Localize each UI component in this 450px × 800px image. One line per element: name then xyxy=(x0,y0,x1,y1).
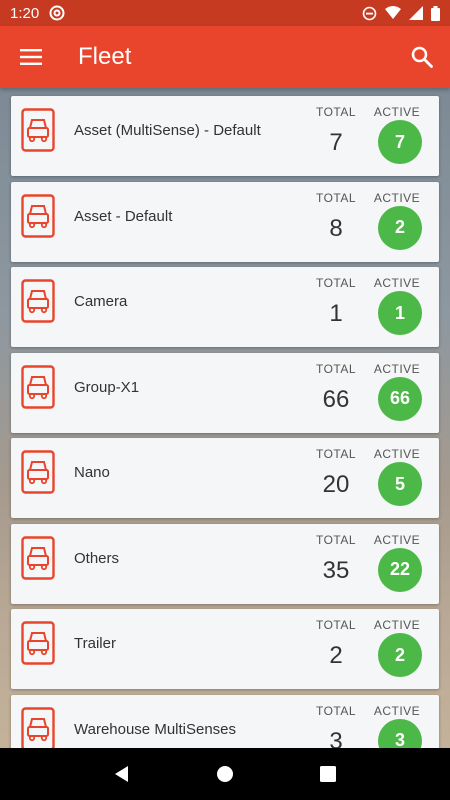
total-count: 66 xyxy=(322,385,350,413)
truck-icon xyxy=(21,706,55,748)
back-icon[interactable] xyxy=(102,754,142,794)
group-name: Others xyxy=(74,549,120,567)
fleet-group-card[interactable]: Camera TOTAL ACTIVE 1 1 xyxy=(11,267,439,347)
truck-icon xyxy=(21,535,55,580)
active-label: ACTIVE xyxy=(373,447,421,461)
total-label: TOTAL xyxy=(315,190,357,205)
active-count-badge: 66 xyxy=(378,376,422,421)
total-label: TOTAL xyxy=(315,618,357,632)
fleet-group-card[interactable]: Warehouse MultiSenses TOTAL ACTIVE 3 3 xyxy=(11,694,439,749)
total-count: 20 xyxy=(322,471,350,498)
active-label: ACTIVE xyxy=(373,105,421,119)
active-count-badge: 3 xyxy=(378,718,422,748)
active-count-badge: 2 xyxy=(378,205,422,250)
status-time: 1:20 xyxy=(10,4,40,22)
truck-icon xyxy=(21,450,55,494)
fleet-group-card[interactable]: Nano TOTAL ACTIVE 20 5 xyxy=(11,438,439,518)
total-label: TOTAL xyxy=(315,361,357,376)
fleet-group-card[interactable]: Asset (MultiSense) - Default TOTAL ACTIVE 7… xyxy=(11,96,439,176)
at-sign-icon xyxy=(49,5,65,21)
active-count-badge: 7 xyxy=(378,120,422,164)
total-label: TOTAL xyxy=(315,447,357,461)
fleet-group-list[interactable]: Asset (MultiSense) - Default TOTAL ACTIVE 7… xyxy=(0,88,450,748)
group-name: Asset - Default xyxy=(74,207,173,225)
total-label: TOTAL xyxy=(315,276,357,290)
truck-icon xyxy=(21,279,55,323)
total-label: TOTAL xyxy=(315,105,357,119)
active-label: ACTIVE xyxy=(373,361,421,376)
search-icon[interactable] xyxy=(394,26,450,88)
home-icon[interactable] xyxy=(205,754,245,794)
active-count-badge: 5 xyxy=(378,462,422,506)
group-name: Trailer xyxy=(74,635,116,652)
fleet-group-card[interactable]: Asset - Default TOTAL ACTIVE 8 2 xyxy=(11,181,439,262)
recents-icon[interactable] xyxy=(308,754,348,794)
fleet-group-card[interactable]: Others TOTAL ACTIVE 35 22 xyxy=(11,523,439,604)
total-count: 3 xyxy=(329,727,343,749)
wifi-icon xyxy=(385,6,401,20)
total-label: TOTAL xyxy=(315,532,357,547)
active-count-badge: 22 xyxy=(378,547,422,592)
total-count: 35 xyxy=(322,556,350,584)
total-count: 1 xyxy=(329,300,343,327)
active-label: ACTIVE xyxy=(373,703,421,718)
active-count-badge: 1 xyxy=(378,291,422,335)
total-label: TOTAL xyxy=(315,703,357,718)
truck-icon xyxy=(21,193,55,238)
total-count: 7 xyxy=(329,129,343,156)
active-label: ACTIVE xyxy=(373,532,421,547)
status-bar: 1:20 xyxy=(0,0,450,26)
group-name: Warehouse MultiSenses xyxy=(74,720,237,738)
truck-icon xyxy=(21,621,55,665)
group-name: Nano xyxy=(74,464,110,481)
active-label: ACTIVE xyxy=(373,190,421,205)
truck-icon xyxy=(21,364,55,409)
active-label: ACTIVE xyxy=(373,276,421,290)
truck-icon xyxy=(21,108,55,152)
total-count: 2 xyxy=(329,642,343,669)
hamburger-menu-icon[interactable] xyxy=(0,26,62,88)
battery-icon xyxy=(431,5,440,21)
fleet-group-card[interactable]: Group-X1 TOTAL ACTIVE 66 66 xyxy=(11,352,439,433)
group-name: Group-X1 xyxy=(74,378,140,396)
app-bar: Fleet xyxy=(0,26,450,88)
active-label: ACTIVE xyxy=(373,618,421,632)
group-name: Camera xyxy=(74,293,128,310)
page-title: Fleet xyxy=(78,43,132,70)
system-nav-bar xyxy=(0,748,450,800)
group-name: Asset (MultiSense) - Default xyxy=(74,122,261,139)
total-count: 8 xyxy=(329,214,343,242)
fleet-group-card[interactable]: Trailer TOTAL ACTIVE 2 2 xyxy=(11,609,439,689)
signal-icon xyxy=(409,6,423,20)
active-count-badge: 2 xyxy=(378,633,422,677)
dnd-icon xyxy=(362,6,377,21)
